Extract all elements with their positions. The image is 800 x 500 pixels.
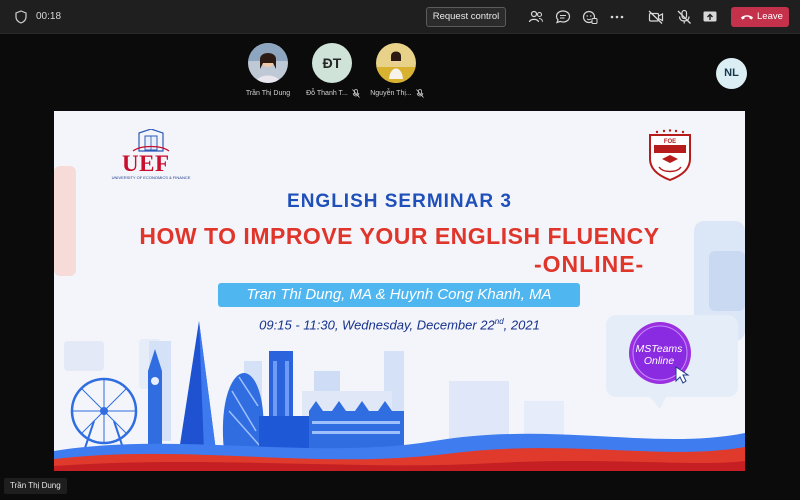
meeting-toolbar: 00:18 Request control Leave	[0, 0, 800, 34]
camera-off-icon[interactable]	[648, 9, 664, 25]
self-avatar[interactable]: NL	[716, 58, 747, 89]
participant-tile[interactable]: Trần Thị Dung	[233, 43, 303, 103]
participant-name: Đỗ Thanh T...	[306, 90, 348, 97]
request-control-button[interactable]: Request control	[426, 7, 506, 27]
meeting-timer: 00:18	[36, 11, 62, 22]
people-icon[interactable]	[528, 9, 544, 25]
participant-name: Trần Thị Dung	[245, 90, 291, 97]
shared-slide: UEF UNIVERSITY OF ECONOMICS & FINANCE FO…	[54, 111, 745, 471]
ferris-wheel-icon	[70, 377, 138, 452]
seminar-topic: HOW TO IMPROVE YOUR ENGLISH FLUENCY	[139, 223, 660, 249]
participant-tile[interactable]: ĐT Đỗ Thanh T...	[297, 43, 367, 103]
participant-name: Nguyễn Thị...	[370, 90, 412, 97]
participants-strip: Trần Thị Dung ĐT Đỗ Thanh T... Nguyễn Th…	[0, 34, 800, 110]
speakers-banner: Tran Thi Dung, MA & Huynh Cong Khanh, MA	[218, 283, 580, 307]
shield-icon[interactable]	[14, 10, 28, 24]
seminar-format: -ONLINE-	[534, 251, 645, 277]
leave-label: Leave	[757, 11, 783, 22]
chat-icon[interactable]	[555, 9, 571, 25]
presenter-name-label: Trần Thị Dung	[4, 478, 67, 494]
leave-button[interactable]: Leave	[731, 7, 789, 27]
mic-off-icon[interactable]	[676, 9, 692, 25]
badge-logo-text: FOE	[664, 139, 676, 145]
teams-meeting-window: 00:18 Request control Leave Trần Thị Dun…	[0, 0, 800, 500]
uef-logo-subtitle: UNIVERSITY OF ECONOMICS & FINANCE	[111, 175, 191, 180]
uef-logo-text: UEF	[122, 151, 170, 176]
avatar	[248, 43, 288, 83]
mic-off-icon	[416, 89, 424, 98]
avatar	[376, 43, 416, 83]
city-skyline-illustration	[54, 321, 745, 471]
reactions-icon[interactable]	[582, 9, 598, 25]
faculty-badge-logo: FOE	[645, 129, 695, 181]
more-icon[interactable]	[609, 9, 625, 25]
phone-icon	[741, 15, 753, 20]
seminar-title: ENGLISH SERMINAR 3	[287, 191, 512, 212]
mic-off-icon	[352, 89, 360, 98]
participant-tile[interactable]: Nguyễn Thị...	[361, 43, 431, 103]
avatar: ĐT	[312, 43, 352, 83]
share-icon[interactable]	[702, 9, 718, 25]
